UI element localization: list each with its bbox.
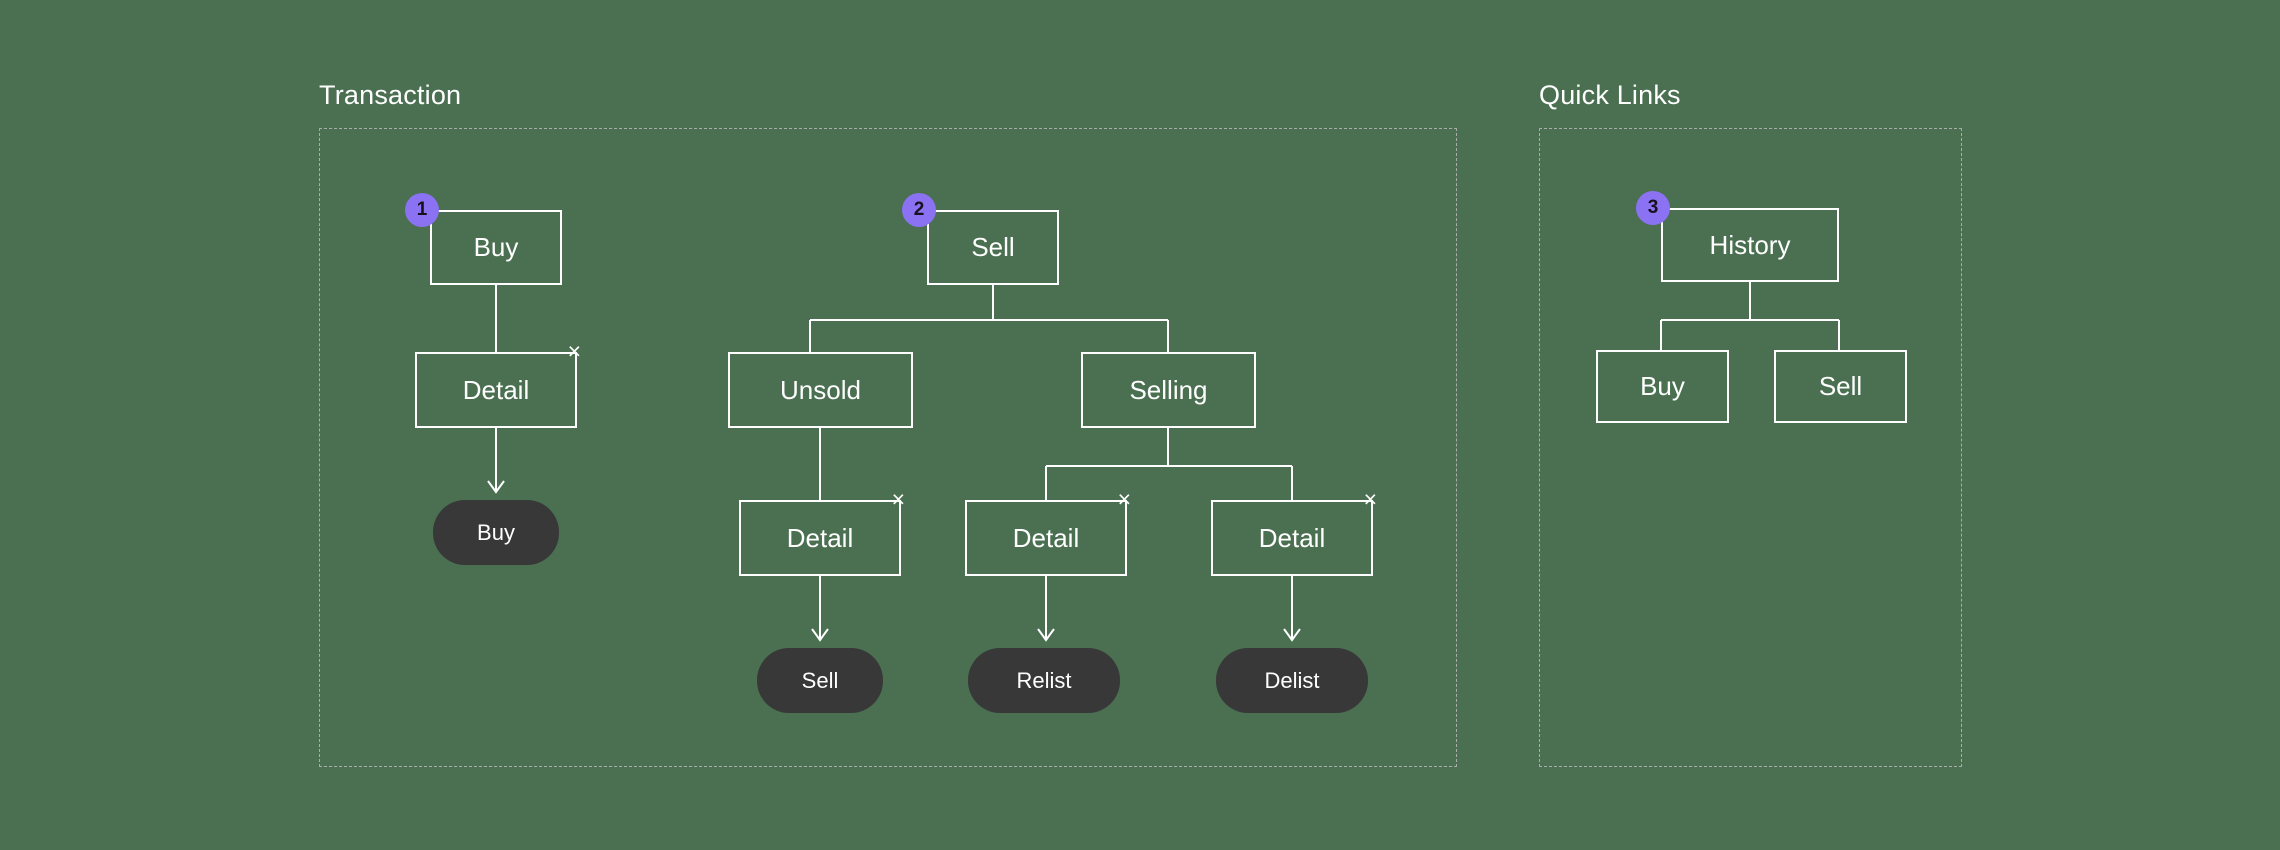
node-label: Detail — [1012, 522, 1080, 553]
node-label: Buy — [473, 232, 519, 262]
node-history-root[interactable]: History — [1661, 208, 1839, 282]
close-icon[interactable]: × — [568, 340, 581, 363]
close-icon[interactable]: × — [1364, 488, 1377, 511]
node-buy-detail[interactable]: Detail × — [415, 340, 581, 428]
node-unsold[interactable]: Unsold — [728, 352, 913, 428]
node-label: Detail — [462, 374, 530, 405]
node-label: Selling — [1129, 374, 1208, 405]
node-history-sell[interactable]: Sell — [1774, 350, 1907, 423]
node-label: Detail — [1258, 522, 1326, 553]
pill-sell-action[interactable]: Sell — [757, 648, 883, 713]
node-selling[interactable]: Selling — [1081, 352, 1256, 428]
pill-buy-action[interactable]: Buy — [433, 500, 559, 565]
pill-label: Sell — [801, 667, 839, 693]
pill-label: Delist — [1264, 667, 1320, 693]
node-unsold-detail[interactable]: Detail × — [739, 488, 905, 576]
section-label-transaction: Transaction — [319, 80, 462, 110]
node-label: Buy — [1640, 371, 1685, 401]
node-selling-detail-right[interactable]: Detail × — [1211, 488, 1377, 576]
node-buy-root[interactable]: Buy — [430, 210, 562, 285]
pill-label: Buy — [477, 519, 515, 545]
flowchart-canvas: Transaction Quick Links Buy 1 Detail × B… — [0, 0, 2280, 850]
pill-delist-action[interactable]: Delist — [1216, 648, 1368, 713]
close-icon[interactable]: × — [892, 488, 905, 511]
close-icon[interactable]: × — [1118, 488, 1131, 511]
node-label: History — [1709, 229, 1791, 260]
node-sell-root[interactable]: Sell — [927, 210, 1059, 285]
node-label: Unsold — [780, 374, 861, 405]
badge-1: 1 — [405, 193, 439, 227]
node-label: Sell — [1818, 371, 1863, 401]
badge-3: 3 — [1636, 191, 1670, 225]
section-label-quick-links: Quick Links — [1539, 80, 1681, 110]
node-label: Sell — [971, 232, 1015, 262]
pill-relist-action[interactable]: Relist — [968, 648, 1120, 713]
node-history-buy[interactable]: Buy — [1596, 350, 1729, 423]
badge-2: 2 — [902, 193, 936, 227]
pill-label: Relist — [1016, 667, 1072, 693]
node-selling-detail-left[interactable]: Detail × — [965, 488, 1131, 576]
node-label: Detail — [786, 522, 854, 553]
